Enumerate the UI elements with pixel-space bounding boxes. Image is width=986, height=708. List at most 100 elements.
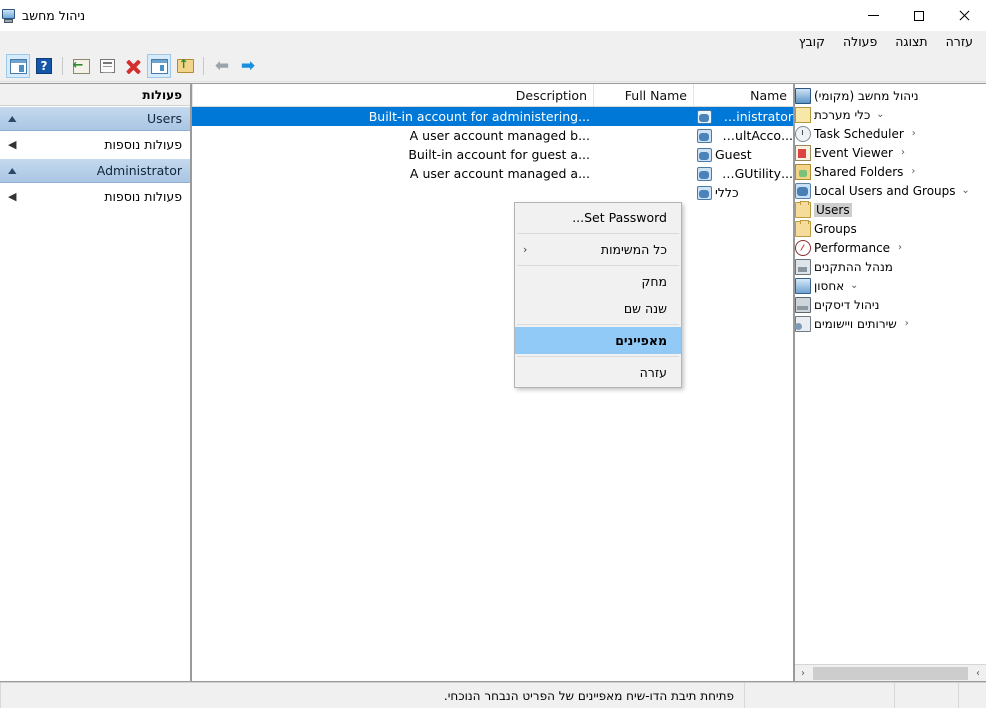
- context-menu-all-tasks[interactable]: כל המשימות ‹: [515, 236, 681, 263]
- scrollbar-thumb[interactable]: [813, 666, 968, 680]
- left-arrow-icon: ⬅: [214, 55, 230, 76]
- title-bar-label-group: ניהול מחשב: [0, 8, 93, 24]
- chevron-left-icon[interactable]: ‹: [900, 318, 914, 329]
- console-tree: ניהול מחשב (מקומי) ⌄ כלי מערכת ‹ Task Sc…: [795, 84, 986, 664]
- table-row[interactable]: Guest ...Built-in account for guest a: [192, 145, 793, 164]
- title-bar: ניהול מחשב: [0, 0, 986, 31]
- tree-node-disk-management[interactable]: ניהול דיסקים: [795, 295, 986, 314]
- tree-node-computer-management[interactable]: ניהול מחשב (מקומי): [795, 86, 986, 105]
- actions-group-users[interactable]: Users ▲: [0, 106, 190, 131]
- actions-item-more-actions-administrator[interactable]: פעולות נוספות ◀: [0, 183, 190, 210]
- tree-node-services-and-applications[interactable]: ‹ שירותים ויישומים: [795, 314, 986, 333]
- tree-node-local-users-and-groups[interactable]: ⌄ Local Users and Groups: [795, 181, 986, 200]
- scroll-right-arrow-icon[interactable]: ›: [970, 666, 986, 681]
- up-one-level-button[interactable]: [173, 54, 197, 78]
- show-hide-console-tree-button[interactable]: [6, 54, 30, 78]
- properties-button[interactable]: [95, 54, 119, 78]
- tree-node-performance[interactable]: ‹ Performance: [795, 238, 986, 257]
- users-groups-icon: [795, 182, 811, 199]
- tree-node-system-tools[interactable]: ⌄ כלי מערכת: [795, 105, 986, 124]
- tree-node-label: Event Viewer: [814, 145, 893, 160]
- tree-node-groups[interactable]: Groups: [795, 219, 986, 238]
- tree-node-label: Task Scheduler: [814, 126, 904, 141]
- list-view-header: Name Full Name Description: [192, 84, 793, 107]
- table-row[interactable]: ...WDAGUtility ...A user account managed…: [192, 164, 793, 183]
- menu-separator: [517, 324, 679, 325]
- menu-action[interactable]: פעולה: [834, 32, 886, 51]
- column-header-full-name[interactable]: Full Name: [593, 84, 693, 106]
- event-viewer-icon: [795, 144, 811, 161]
- context-menu-label: כל המשימות: [600, 242, 667, 257]
- scroll-left-arrow-icon[interactable]: ‹: [795, 666, 811, 681]
- actions-group-administrator[interactable]: Administrator ▲: [0, 158, 190, 183]
- export-list-button[interactable]: [69, 54, 93, 78]
- main-body: ניהול מחשב (מקומי) ⌄ כלי מערכת ‹ Task Sc…: [0, 83, 986, 682]
- collapse-up-icon[interactable]: ▲: [8, 166, 16, 175]
- maximize-button[interactable]: [896, 0, 941, 31]
- tree-node-label: מנהל ההתקנים: [814, 259, 893, 274]
- table-row[interactable]: ...DefaultAcco ...A user account managed…: [192, 126, 793, 145]
- detail-pane-icon: [150, 58, 168, 74]
- scrollbar-track[interactable]: [811, 665, 970, 681]
- chevron-left-icon[interactable]: ‹: [893, 242, 907, 253]
- right-arrow-icon: ➡: [240, 55, 256, 76]
- context-menu-label: שנה שם: [623, 301, 667, 316]
- actions-group-label: Administrator: [96, 163, 182, 178]
- tree-node-device-manager[interactable]: מנהל ההתקנים: [795, 257, 986, 276]
- back-button[interactable]: ⬅: [210, 54, 234, 78]
- tree-horizontal-scrollbar[interactable]: › ‹: [795, 664, 986, 681]
- menu-help[interactable]: עזרה: [937, 32, 982, 51]
- context-menu-label: מאפיינים: [615, 333, 667, 348]
- chevron-left-icon[interactable]: ‹: [896, 147, 910, 158]
- close-button[interactable]: [941, 0, 986, 31]
- status-bar-cell: [958, 683, 986, 708]
- help-button[interactable]: ?: [32, 54, 56, 78]
- chevron-down-icon[interactable]: ⌄: [873, 109, 887, 120]
- chevron-down-icon[interactable]: ⌄: [847, 280, 861, 291]
- menu-bar: עזרה תצוגה פעולה קובץ: [0, 31, 986, 51]
- question-mark-icon: ?: [36, 58, 52, 74]
- context-menu-properties[interactable]: מאפיינים: [515, 327, 681, 354]
- window-list-icon: [9, 58, 27, 74]
- row-name-text: Administrator: [715, 109, 793, 124]
- tree-node-task-scheduler[interactable]: ‹ Task Scheduler: [795, 124, 986, 143]
- tree-node-event-viewer[interactable]: ‹ Event Viewer: [795, 143, 986, 162]
- context-menu-delete[interactable]: מחק: [515, 268, 681, 295]
- menu-file[interactable]: קובץ: [790, 32, 834, 51]
- collapse-up-icon[interactable]: ▲: [8, 114, 16, 123]
- properties-icon: [99, 59, 115, 73]
- table-row[interactable]: כללי: [192, 183, 793, 202]
- column-header-description[interactable]: Description: [192, 84, 593, 106]
- tools-icon: [795, 106, 811, 123]
- tree-node-label: כלי מערכת: [814, 107, 871, 122]
- chevron-left-icon[interactable]: ‹: [907, 128, 921, 139]
- storage-icon: [795, 277, 811, 294]
- minimize-button[interactable]: [851, 0, 896, 31]
- menu-view[interactable]: תצוגה: [886, 32, 936, 51]
- context-menu-rename[interactable]: שנה שם: [515, 295, 681, 322]
- menu-separator: [517, 265, 679, 266]
- computer-management-window: ניהול מחשב עזרה תצוגה פעולה קובץ ? ⬅ ➡: [0, 0, 986, 708]
- toolbar: ? ⬅ ➡: [0, 51, 986, 82]
- tree-node-shared-folders[interactable]: ‹ Shared Folders: [795, 162, 986, 181]
- tree-node-label: Users: [814, 202, 852, 217]
- context-menu-help[interactable]: עזרה: [515, 359, 681, 386]
- tree-node-storage[interactable]: ⌄ אחסון: [795, 276, 986, 295]
- actions-item-more-actions-users[interactable]: פעולות נוספות ◀: [0, 131, 190, 158]
- shared-folders-icon: [795, 163, 811, 180]
- submenu-left-arrow-icon: ◀: [8, 190, 17, 203]
- delete-button[interactable]: [121, 54, 145, 78]
- table-row[interactable]: Administrator ...Built-in account for ad…: [192, 107, 793, 126]
- context-menu-set-password[interactable]: Set Password...: [515, 204, 681, 231]
- show-details-button[interactable]: [147, 54, 171, 78]
- user-icon: [697, 147, 712, 162]
- tree-node-users[interactable]: Users: [795, 200, 986, 219]
- maximize-icon: [913, 10, 924, 21]
- forward-button[interactable]: ➡: [236, 54, 260, 78]
- column-header-name[interactable]: Name: [693, 84, 793, 106]
- chevron-down-icon[interactable]: ⌄: [959, 185, 973, 196]
- context-menu-label: מחק: [641, 274, 667, 289]
- row-name-text: ...DefaultAcco: [715, 128, 793, 143]
- window-controls: [851, 0, 986, 31]
- chevron-left-icon[interactable]: ‹: [906, 166, 920, 177]
